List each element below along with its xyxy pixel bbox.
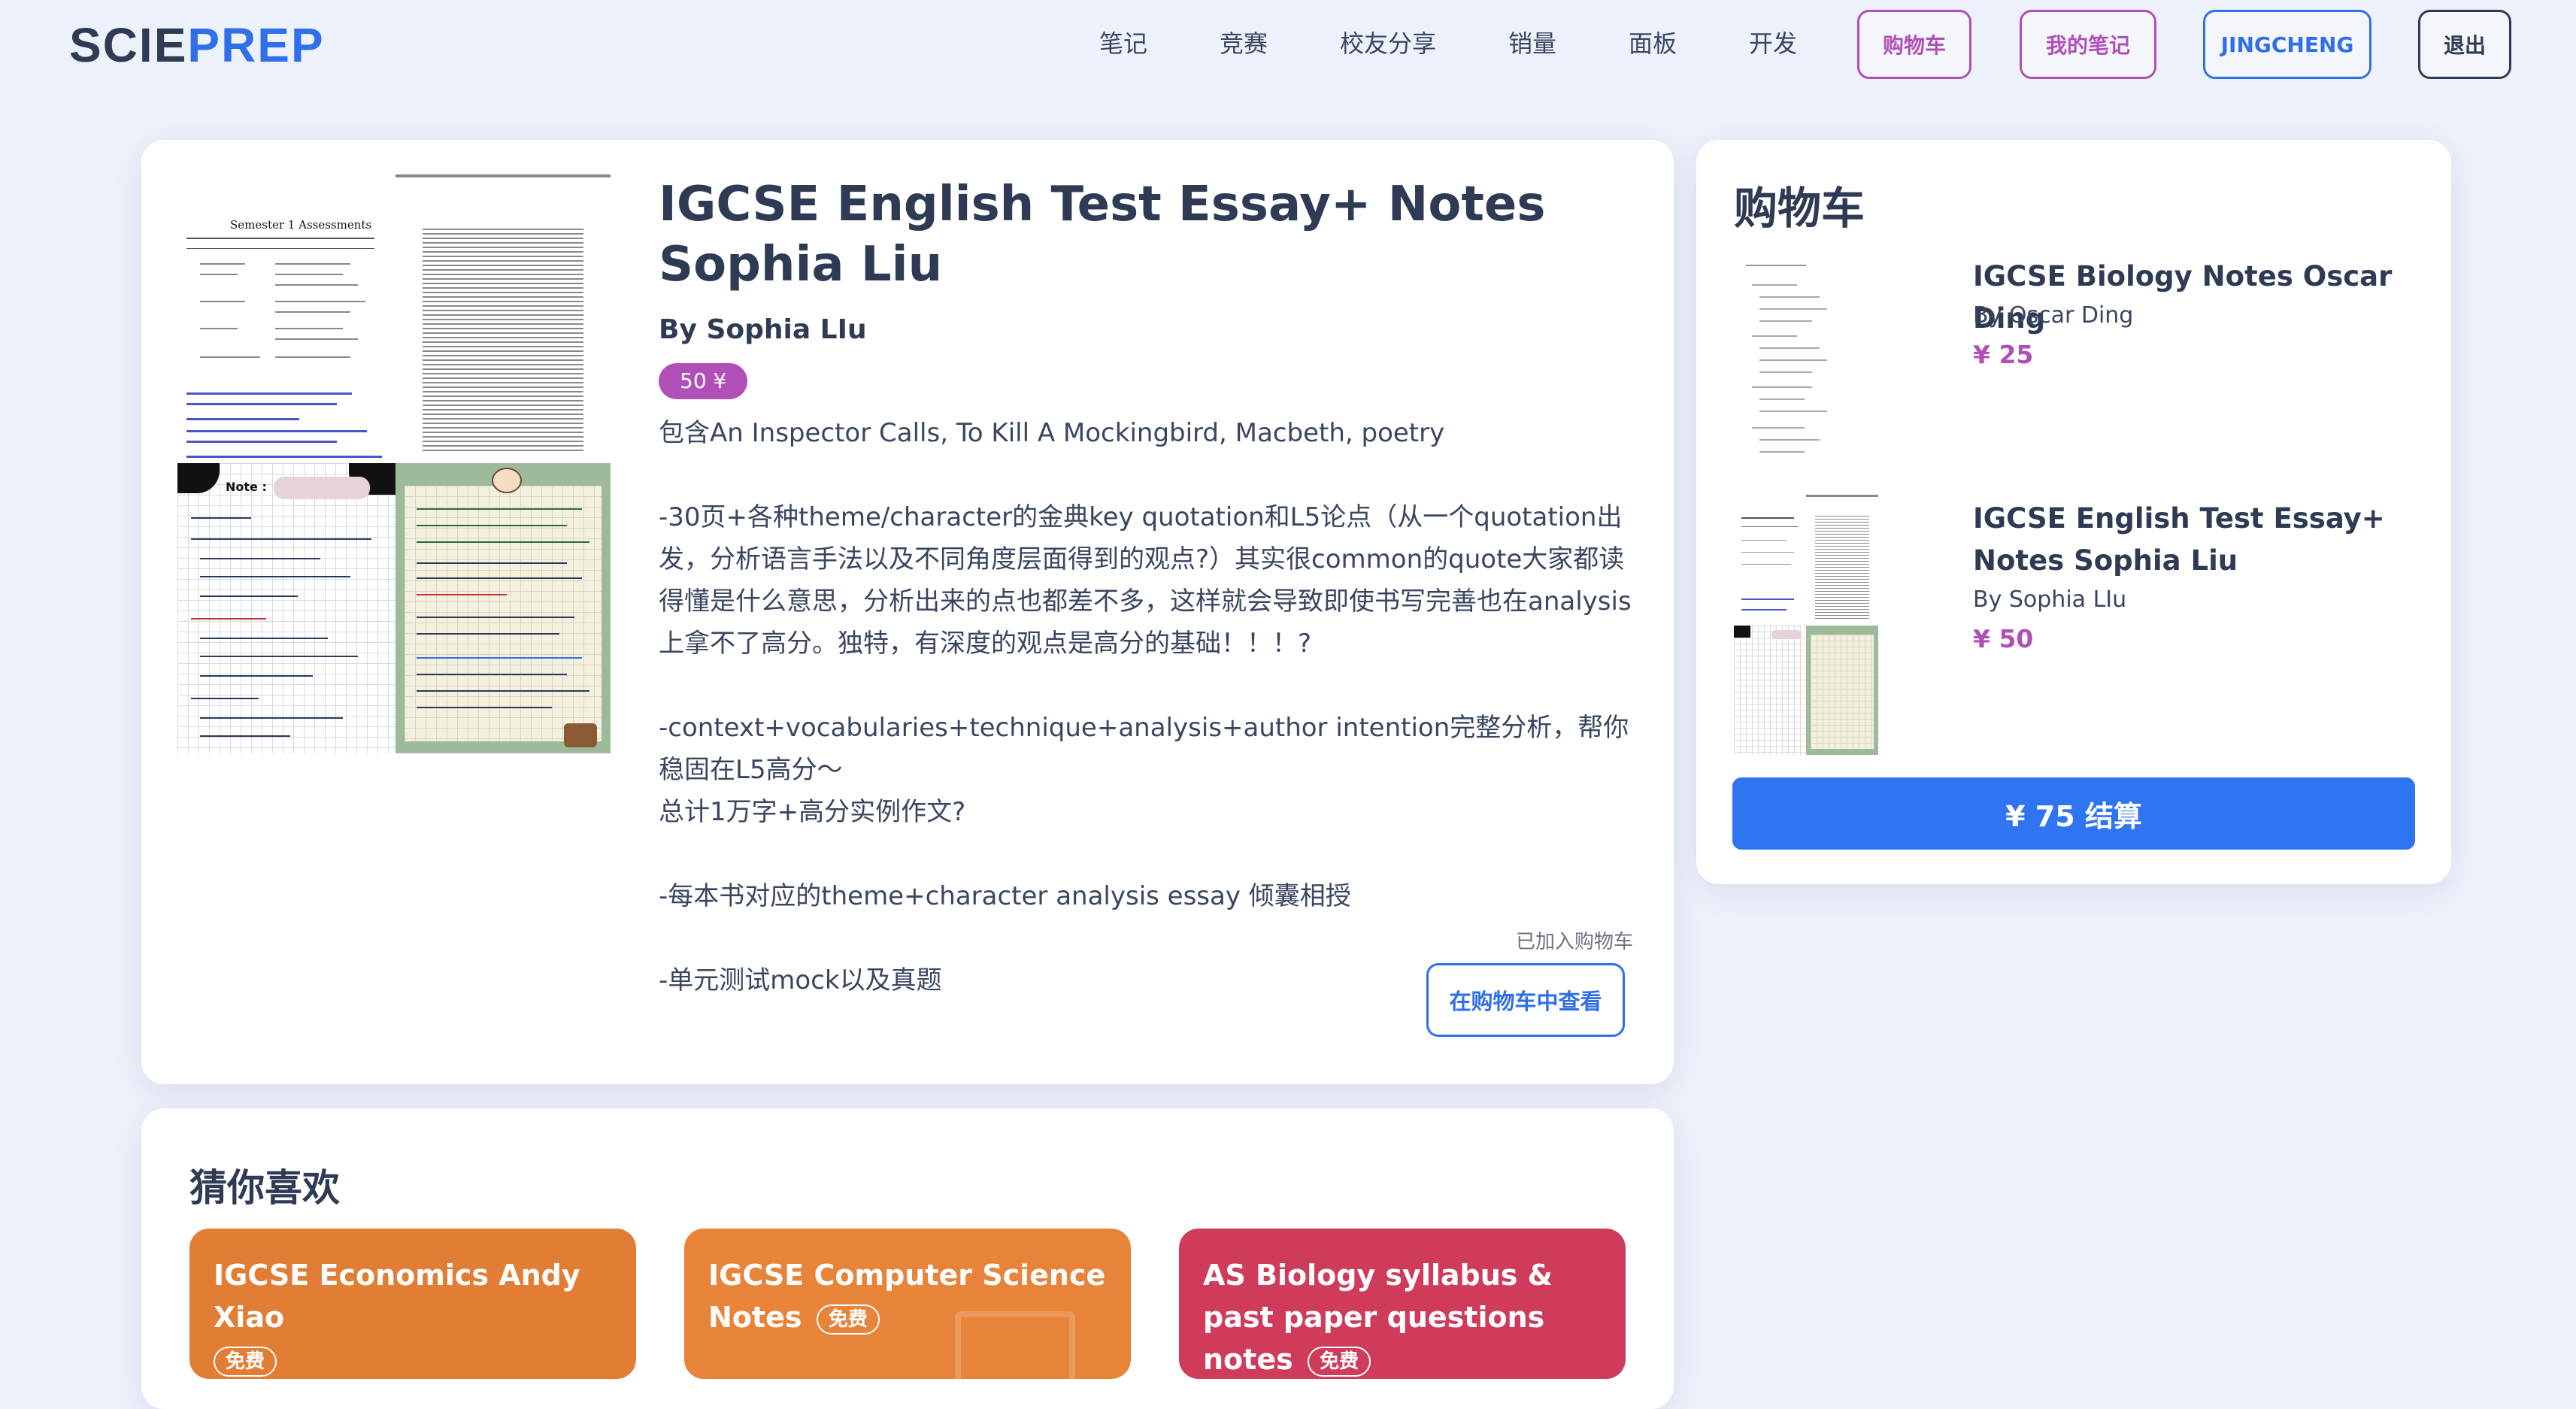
- view-in-cart-button[interactable]: 在购物车中查看: [1426, 963, 1625, 1037]
- cart-item-author: By Sophia LIu: [1973, 586, 2127, 613]
- cart-item-thumbnail: [1734, 257, 1878, 475]
- preview-doc-heading: Semester 1 Assessments: [230, 218, 372, 232]
- nav-sales[interactable]: 销量: [1508, 23, 1556, 65]
- cart-item-thumbnail: [1734, 495, 1878, 755]
- nav-alumni-share[interactable]: 校友分享: [1340, 23, 1436, 65]
- free-badge: 免费: [214, 1346, 277, 1377]
- recommendation-title: IGCSE Computer Science Notes: [708, 1259, 1106, 1334]
- site-logo[interactable]: SCIEPREP: [69, 18, 325, 72]
- recommendations-title: 猜你喜欢: [189, 1166, 340, 1210]
- added-to-cart-label: 已加入购物车: [1516, 931, 1634, 953]
- nav-dashboard[interactable]: 面板: [1629, 23, 1677, 65]
- my-notes-button[interactable]: 我的笔记: [2020, 10, 2156, 79]
- cart-button[interactable]: 购物车: [1857, 10, 1971, 79]
- product-desc-essays: -每本书对应的theme+character analysis essay 倾囊…: [659, 881, 1351, 911]
- recommendation-card[interactable]: IGCSE Computer Science Notes 免费: [684, 1229, 1131, 1379]
- product-desc-analysis: -context+vocabularies+technique+analysis…: [659, 713, 1629, 785]
- product-desc-wordcount: 总计1万字+高分实例作文?: [659, 797, 966, 827]
- checkout-button[interactable]: ¥ 75 结算: [1732, 777, 2415, 850]
- recommendation-title: IGCSE Economics Andy Xiao: [214, 1259, 580, 1334]
- cart-item-price: ¥ 25: [1973, 340, 2034, 369]
- recommendation-card[interactable]: AS Biology syllabus & past paper questio…: [1179, 1229, 1626, 1379]
- logo-part1: SCIE: [69, 18, 188, 72]
- preview-doc-essay: [395, 174, 611, 463]
- preview-doc-green-notebook: [395, 463, 611, 753]
- free-badge: 免费: [816, 1304, 880, 1335]
- recommendation-card[interactable]: IGCSE Economics Andy Xiao 免费: [189, 1229, 636, 1379]
- cart-title: 购物车: [1734, 183, 1865, 234]
- user-account-button[interactable]: JINGCHENG: [2203, 10, 2371, 79]
- product-desc-quotations: -30页+各种theme/character的金典key quotation和L…: [659, 502, 1632, 659]
- cart-item-author: By Oscar Ding: [1973, 302, 2134, 329]
- cart-item-title[interactable]: IGCSE English Test Essay+ Notes Sophia L…: [1973, 498, 2424, 582]
- cart-item-price: ¥ 50: [1973, 624, 2034, 653]
- logo-part2: PREP: [187, 18, 325, 72]
- recommendation-title: AS Biology syllabus & past paper questio…: [1203, 1259, 1553, 1376]
- free-badge: 免费: [1307, 1346, 1371, 1377]
- nav-develop[interactable]: 开发: [1749, 23, 1797, 65]
- preview-note-label: Note :: [226, 480, 267, 494]
- logout-button[interactable]: 退出: [2418, 10, 2511, 79]
- preview-doc-grid-notes: Note :: [177, 463, 395, 753]
- nav-competitions[interactable]: 竞赛: [1220, 23, 1268, 65]
- product-contents: 包含An Inspector Calls, To Kill A Mockingb…: [659, 418, 1445, 448]
- product-author: By Sophia LIu: [659, 314, 867, 345]
- product-title: IGCSE English Test Essay+ Notes Sophia L…: [659, 177, 1546, 292]
- top-navbar: SCIEPREP 笔记 竞赛 校友分享 销量 面板 开发 购物车 我的笔记 JI…: [0, 0, 2576, 90]
- price-badge: 50 ¥: [659, 363, 748, 399]
- nav-notes[interactable]: 笔记: [1099, 23, 1147, 65]
- preview-doc-assessments: Semester 1 Assessments: [177, 180, 391, 463]
